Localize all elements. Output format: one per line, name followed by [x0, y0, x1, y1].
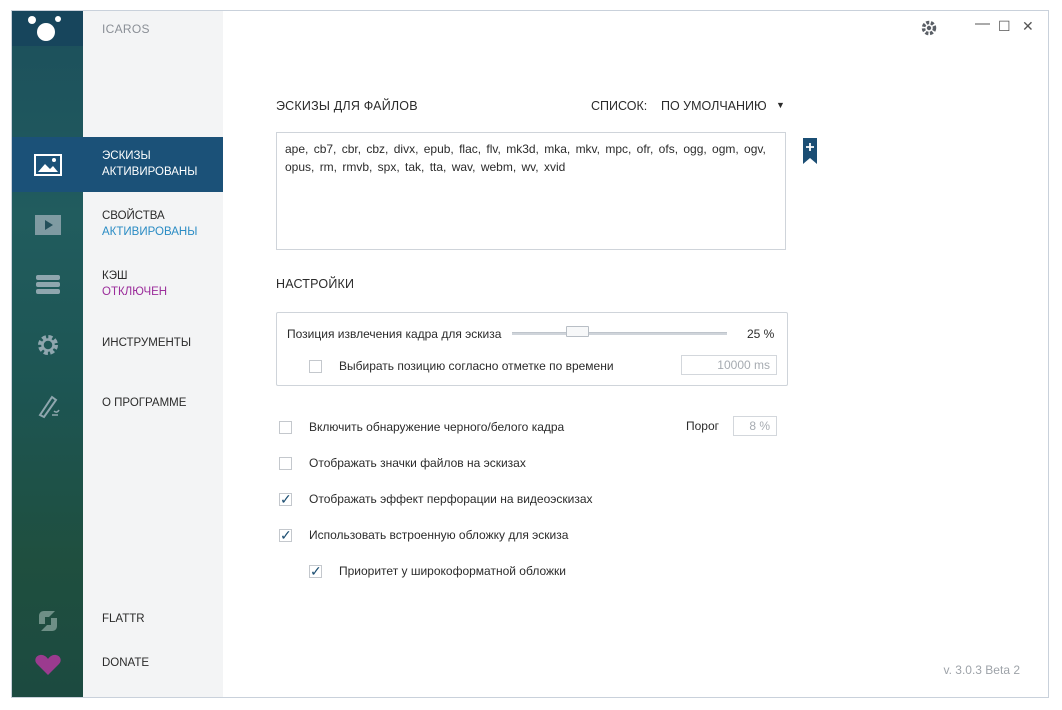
- frame-position-label: Позиция извлечения кадра для эскиза: [287, 327, 502, 341]
- timestamp-label: Выбирать позицию согласно отметке по вре…: [339, 359, 614, 373]
- heart-icon[interactable]: [12, 637, 83, 692]
- checkmark-icon: ✓: [310, 563, 322, 579]
- sidebar-item-status: АКТИВИРОВАНЫ: [102, 166, 198, 178]
- frame-position-value: 25 %: [747, 327, 775, 341]
- file-icons-checkbox[interactable]: [279, 457, 292, 470]
- frame-position-track[interactable]: [512, 332, 727, 335]
- sidebar-item-cache[interactable]: КЭШ ОТКЛЮЧЕН: [83, 257, 223, 312]
- chevron-down-icon[interactable]: ▼: [776, 100, 785, 110]
- checkmark-icon: ✓: [280, 491, 292, 507]
- extensions-heading: ЭСКИЗЫ ДЛЯ ФАЙЛОВ: [276, 99, 418, 113]
- database-icon[interactable]: [12, 257, 83, 312]
- play-icon[interactable]: [12, 197, 83, 252]
- bw-detect-checkbox[interactable]: [279, 421, 292, 434]
- threshold-label: Порог: [686, 419, 720, 433]
- quill-icon[interactable]: [12, 377, 83, 432]
- extensions-textarea[interactable]: ape, cb7, cbr, cbz, divx, epub, flac, fl…: [276, 132, 786, 250]
- icon-strip: [12, 11, 83, 697]
- widescreen-label: Приоритет у широкоформатной обложки: [339, 564, 566, 578]
- sidebar-item-label: КЭШ: [102, 270, 128, 282]
- timestamp-input[interactable]: 10000 ms: [681, 355, 777, 375]
- main-content: ЭСКИЗЫ ДЛЯ ФАЙЛОВ СПИСОК: ПО УМОЛЧАНИЮ ▼…: [223, 11, 1048, 697]
- sidebar-item-label: ЭСКИЗЫ: [102, 150, 151, 162]
- sidebar-item-about[interactable]: О ПРОГРАММЕ: [83, 397, 223, 417]
- embedded-cover-checkbox[interactable]: ✓: [279, 527, 292, 543]
- sidebar-item-status: ОТКЛЮЧЕН: [102, 286, 168, 298]
- list-dropdown[interactable]: ПО УМОЛЧАНИЮ: [661, 99, 767, 113]
- sidebar-item-donate[interactable]: DONATE: [83, 657, 223, 677]
- perforation-checkbox[interactable]: ✓: [279, 491, 292, 507]
- widescreen-checkbox[interactable]: ✓: [309, 563, 322, 579]
- sidebar-item-label: О ПРОГРАММЕ: [102, 397, 187, 409]
- bookmark-add-icon[interactable]: [803, 138, 817, 164]
- file-icons-label: Отображать значки файлов на эскизах: [309, 456, 526, 470]
- navigation-panel: ICAROS ЭСКИЗЫ АКТИВИРОВАНЫ СВОЙСТВА АКТИ…: [83, 11, 223, 697]
- sidebar-item-label: СВОЙСТВА: [102, 210, 165, 222]
- embedded-cover-label: Использовать встроенную обложку для эски…: [309, 528, 569, 542]
- settings-heading: НАСТРОЙКИ: [276, 277, 355, 291]
- perforation-label: Отображать эффект перфорации на видеоэск…: [309, 492, 593, 506]
- bw-detect-label: Включить обнаружение черного/белого кадр…: [309, 420, 565, 434]
- list-label: СПИСОК:: [591, 99, 648, 113]
- sidebar-item-properties[interactable]: СВОЙСТВА АКТИВИРОВАНЫ: [83, 197, 223, 252]
- version-label: v. 3.0.3 Beta 2: [943, 663, 1021, 677]
- sidebar-item-thumbnails[interactable]: ЭСКИЗЫ АКТИВИРОВАНЫ: [83, 137, 223, 192]
- sidebar-item-label: DONATE: [102, 657, 150, 669]
- sidebar-item-tools[interactable]: ИНСТРУМЕНТЫ: [83, 337, 223, 357]
- sidebar-item-label: FLATTR: [102, 613, 145, 625]
- sidebar-item-label: ИНСТРУМЕНТЫ: [102, 337, 192, 349]
- threshold-input[interactable]: 8 %: [733, 416, 777, 436]
- app-window: ICAROS ЭСКИЗЫ АКТИВИРОВАНЫ СВОЙСТВА АКТИ…: [11, 10, 1049, 698]
- gear-icon[interactable]: [12, 317, 83, 372]
- app-title: ICAROS: [102, 22, 150, 36]
- image-icon[interactable]: [12, 137, 83, 192]
- timestamp-checkbox[interactable]: [309, 360, 322, 373]
- frame-position-slider[interactable]: [566, 326, 590, 337]
- app-logo: [12, 11, 83, 46]
- sidebar-item-status: АКТИВИРОВАНЫ: [102, 226, 198, 238]
- checkmark-icon: ✓: [280, 527, 292, 543]
- sidebar-item-flattr[interactable]: FLATTR: [83, 613, 223, 633]
